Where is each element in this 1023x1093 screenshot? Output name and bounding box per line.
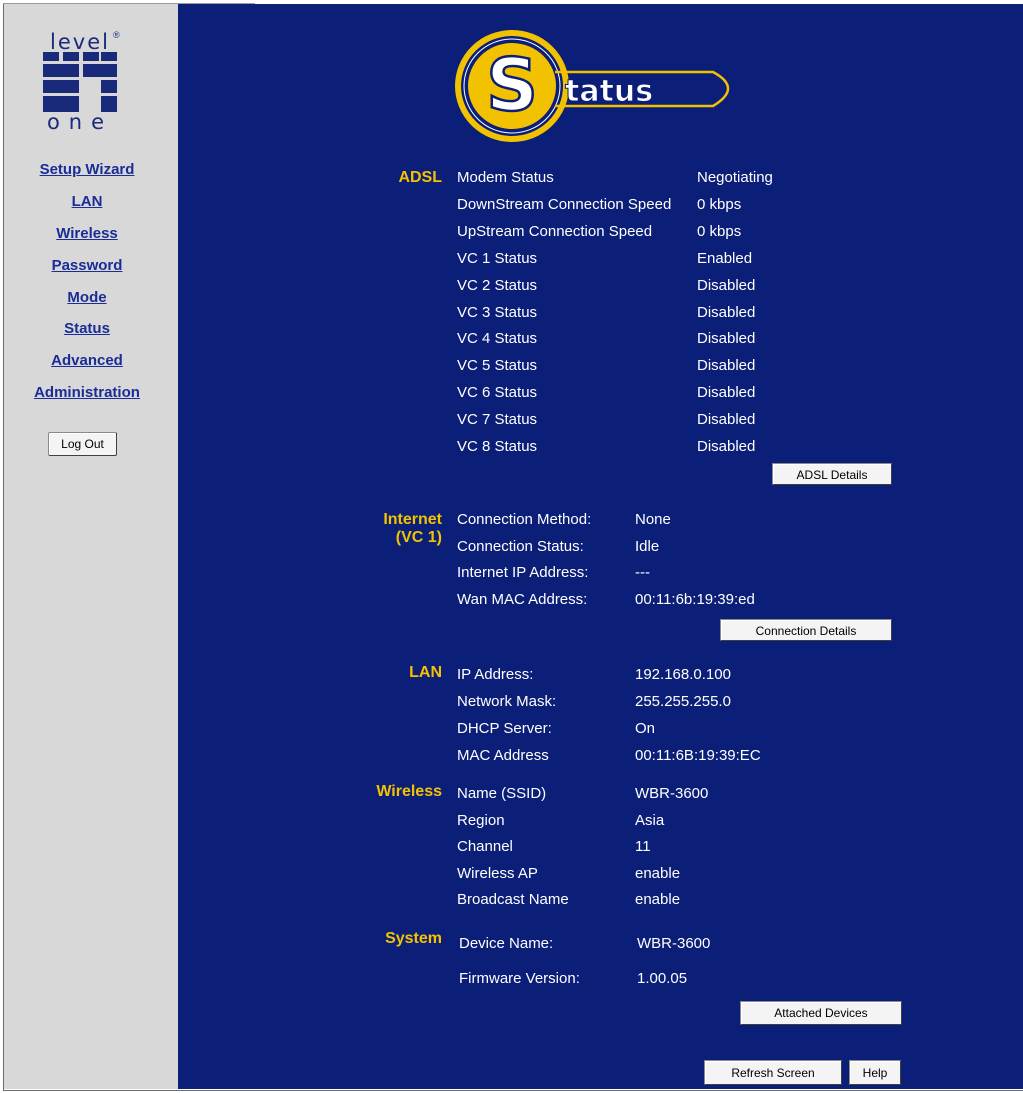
registered-mark: ® — [113, 30, 120, 40]
status-header-logo: S tatus — [455, 30, 730, 142]
wireless-row-value: Asia — [635, 812, 665, 829]
nav-setup-wizard[interactable]: Setup Wizard — [4, 161, 170, 178]
wireless-row-value: enable — [635, 865, 681, 882]
status-logo-letter: S — [486, 43, 538, 127]
wireless-row-label: Broadcast Name — [457, 891, 569, 908]
lan-row-label: IP Address: — [457, 666, 534, 683]
logo-bottom-word: one — [46, 110, 114, 134]
adsl-details-button[interactable]: ADSL Details — [772, 463, 892, 485]
adsl-row-label: VC 8 Status — [457, 438, 538, 455]
adsl-row-value: Disabled — [697, 438, 756, 455]
lan-row-value: 192.168.0.100 — [635, 666, 731, 683]
wireless-row-value: enable — [635, 891, 681, 908]
nav-password[interactable]: Password — [4, 257, 170, 274]
lan-row-value: 00:11:6B:19:39:EC — [635, 747, 761, 764]
internet-row-value: --- — [635, 564, 650, 581]
adsl-row-value: 0 kbps — [697, 223, 742, 240]
adsl-row-label: UpStream Connection Speed — [457, 223, 653, 240]
section-title-adsl: ADSL — [398, 169, 442, 186]
adsl-row-label: VC 6 Status — [457, 384, 538, 401]
adsl-row-value: Disabled — [697, 384, 756, 401]
adsl-row-label: VC 3 Status — [457, 304, 538, 321]
wireless-row-label: Channel — [457, 838, 513, 855]
nav-lan[interactable]: LAN — [4, 193, 170, 210]
adsl-row-label: VC 4 Status — [457, 330, 538, 347]
adsl-row-value: Disabled — [697, 304, 756, 321]
internet-row-value: None — [635, 511, 671, 528]
wireless-row-label: Name (SSID) — [457, 785, 547, 802]
adsl-row-value: Disabled — [697, 330, 756, 347]
nav-administration[interactable]: Administration — [4, 384, 170, 401]
adsl-row-label: VC 5 Status — [457, 357, 538, 374]
adsl-row-value: 0 kbps — [697, 196, 742, 213]
system-row-value: WBR-3600 — [637, 935, 711, 952]
internet-row-label: Internet IP Address: — [457, 564, 589, 581]
section-title-internet-vc: (VC 1) — [395, 529, 442, 546]
system-row-value: 1.00.05 — [637, 970, 688, 987]
adsl-row-label: DownStream Connection Speed — [457, 196, 672, 213]
nav-wireless[interactable]: Wireless — [4, 225, 170, 242]
internet-row-value: 00:11:6b:19:39:ed — [635, 591, 755, 608]
lan-row-value: 255.255.255.0 — [635, 693, 731, 710]
attached-devices-button[interactable]: Attached Devices — [740, 1001, 902, 1025]
adsl-row-value: Disabled — [697, 357, 756, 374]
system-row-label: Firmware Version: — [459, 970, 580, 987]
logout-button[interactable]: Log Out — [48, 432, 117, 456]
logo-blocks-icon — [43, 52, 117, 112]
section-title-system: System — [385, 930, 442, 947]
internet-row-label: Connection Method: — [457, 511, 592, 528]
adsl-row-label: VC 2 Status — [457, 277, 538, 294]
section-title-lan: LAN — [409, 664, 442, 681]
section-title-wireless: Wireless — [376, 783, 442, 800]
lan-row-label: DHCP Server: — [457, 720, 552, 737]
internet-row-value: Idle — [635, 538, 660, 555]
adsl-row-label: VC 7 Status — [457, 411, 538, 428]
connection-details-button[interactable]: Connection Details — [720, 619, 892, 641]
nav-status[interactable]: Status — [4, 320, 170, 337]
logo-top-word: level — [50, 30, 110, 54]
adsl-row-label: Modem Status — [457, 169, 554, 186]
wireless-row-label: Region — [457, 812, 505, 829]
lan-row-label: Network Mask: — [457, 693, 557, 710]
lan-row-value: On — [635, 720, 656, 737]
wireless-row-label: Wireless AP — [457, 865, 538, 882]
section-title-internet: Internet — [383, 511, 442, 528]
wireless-row-value: 11 — [635, 838, 651, 855]
refresh-screen-button[interactable]: Refresh Screen — [704, 1060, 842, 1085]
adsl-row-value: Negotiating — [697, 169, 773, 186]
internet-row-label: Wan MAC Address: — [457, 591, 588, 608]
adsl-row-value: Disabled — [697, 277, 756, 294]
status-logo-word: tatus — [565, 74, 653, 109]
levelone-logo: level ® one — [42, 30, 120, 134]
main-content: S tatus ADSL Modem Status Negotiating Down… — [178, 4, 1023, 1089]
nav-mode[interactable]: Mode — [4, 289, 170, 306]
internet-row-label: Connection Status: — [457, 538, 584, 555]
adsl-row-value: Enabled — [697, 250, 753, 267]
nav-advanced[interactable]: Advanced — [4, 352, 170, 369]
adsl-row-value: Disabled — [697, 411, 756, 428]
help-button[interactable]: Help — [849, 1060, 901, 1085]
system-row-label: Device Name: — [459, 935, 554, 952]
wireless-row-value: WBR-3600 — [635, 785, 709, 802]
adsl-row-label: VC 1 Status — [457, 250, 538, 267]
lan-row-label: MAC Address — [457, 747, 549, 764]
sidebar: level ® one Setup Wizard LAN Wireless Pa… — [4, 4, 178, 1089]
